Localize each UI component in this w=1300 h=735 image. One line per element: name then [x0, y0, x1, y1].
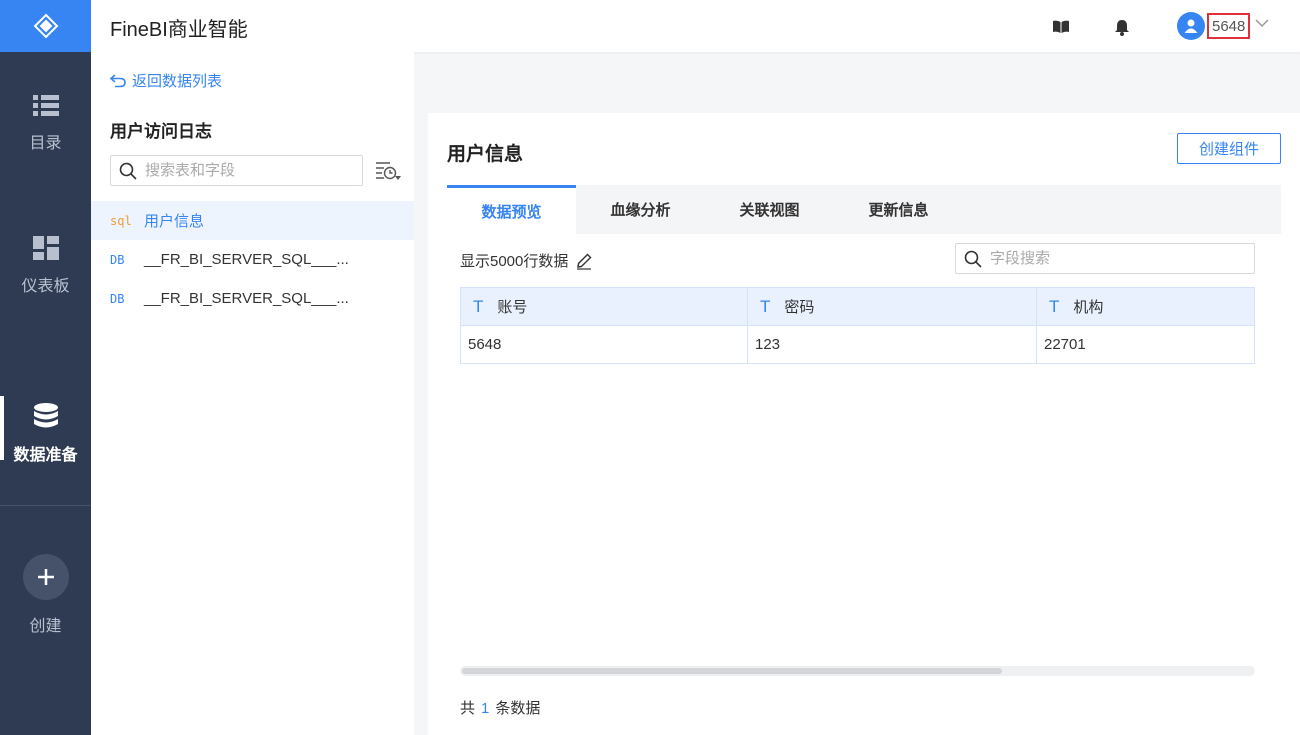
db-tag-icon: DB — [110, 291, 125, 306]
create-component-button[interactable]: 创建组件 — [1177, 133, 1281, 164]
table-search-box[interactable] — [110, 155, 363, 186]
back-arrow-icon — [110, 73, 126, 87]
edit-icon[interactable] — [575, 252, 593, 270]
bell-icon — [1115, 19, 1129, 36]
nav-label-catalog: 目录 — [29, 135, 62, 152]
logo-icon — [33, 13, 58, 39]
text-type-icon: T — [473, 296, 484, 316]
text-type-icon: T — [760, 296, 771, 316]
tab-lineage-analysis[interactable]: 血缘分析 — [576, 185, 705, 234]
column-header-account[interactable]: T 账号 — [460, 287, 748, 326]
nav-item-data-prep[interactable]: 数据准备 — [0, 394, 91, 474]
avatar[interactable] — [1177, 12, 1205, 40]
horizontal-scrollbar[interactable] — [460, 666, 1255, 676]
column-header-label: 账号 — [497, 299, 528, 316]
nav-label-data-prep: 数据准备 — [13, 447, 78, 464]
tab-bar: 数据预览 血缘分析 关联视图 更新信息 — [447, 185, 1281, 234]
row-count-number: 1 — [481, 700, 490, 717]
main-content: 用户信息 创建组件 数据预览 血缘分析 关联视图 更新信息 显示5000行数据 … — [428, 113, 1300, 735]
panel-title: 用户访问日志 — [110, 122, 212, 141]
left-nav: 目录 仪表板 数据准备 创建 — [0, 0, 91, 735]
search-icon — [119, 162, 137, 180]
help-book-button[interactable] — [1051, 17, 1071, 37]
nav-label-dashboard: 仪表板 — [21, 278, 70, 295]
column-header-label: 密码 — [784, 299, 815, 316]
table-list-panel: 返回数据列表 用户访问日志 sql 用户信息 DB __FR_BI_SERVER… — [91, 52, 414, 735]
field-search-input[interactable] — [990, 250, 1240, 267]
table-item-user-info[interactable]: sql 用户信息 — [91, 201, 414, 240]
dashboard-icon — [32, 236, 59, 260]
text-type-icon: T — [1049, 296, 1060, 316]
list-icon — [32, 95, 59, 116]
chevron-down-icon[interactable] — [1255, 18, 1269, 28]
create-circle[interactable] — [22, 554, 69, 600]
table-cell[interactable]: 123 — [747, 325, 1037, 364]
tab-update-info[interactable]: 更新信息 — [834, 185, 963, 234]
nav-item-catalog[interactable]: 目录 — [0, 84, 91, 164]
column-header-org[interactable]: T 机构 — [1036, 287, 1255, 326]
filter-history-button[interactable] — [374, 160, 402, 185]
tab-data-preview[interactable]: 数据预览 — [447, 185, 576, 234]
search-icon — [964, 250, 982, 268]
nav-divider — [0, 505, 91, 506]
book-icon — [1053, 20, 1069, 33]
table-item-label: 用户信息 — [144, 213, 205, 230]
table-row: 5648 123 22701 — [460, 325, 1255, 364]
table-item-label: __FR_BI_SERVER_SQL___... — [144, 251, 349, 268]
table-header-row: T 账号 T 密码 T 机构 — [460, 287, 1255, 326]
app-title: FineBI商业智能 — [110, 19, 248, 41]
db-tag-icon: DB — [110, 252, 125, 267]
table-item-label: __FR_BI_SERVER_SQL___... — [144, 290, 349, 307]
rows-info-label: 显示5000行数据 — [460, 253, 569, 270]
notification-button[interactable] — [1112, 17, 1132, 37]
table-item-server-sql-1[interactable]: DB __FR_BI_SERVER_SQL___... — [91, 240, 414, 279]
data-preview-table: T 账号 T 密码 T 机构 5648 123 22701 — [460, 287, 1255, 364]
scrollbar-thumb[interactable] — [462, 668, 1002, 674]
plus-icon — [37, 569, 54, 585]
nav-item-create[interactable]: 创建 — [0, 550, 91, 640]
field-search-box[interactable] — [955, 243, 1255, 274]
tab-relation-view[interactable]: 关联视图 — [705, 185, 834, 234]
filter-clock-icon — [376, 162, 401, 180]
rows-info: 显示5000行数据 — [460, 250, 593, 271]
row-count-prefix: 共 — [460, 700, 476, 717]
nav-item-dashboard[interactable]: 仪表板 — [0, 226, 91, 306]
table-item-server-sql-2[interactable]: DB __FR_BI_SERVER_SQL___... — [91, 279, 414, 318]
back-to-data-list-link[interactable]: 返回数据列表 — [110, 70, 222, 91]
table-cell[interactable]: 5648 — [460, 325, 748, 364]
nav-label-create: 创建 — [29, 618, 62, 635]
sql-tag-icon: sql — [110, 213, 132, 228]
top-header: FineBI商业智能 5648 — [91, 0, 1300, 52]
row-count: 共 1 条数据 — [460, 697, 540, 718]
page-title: 用户信息 — [447, 144, 524, 165]
username[interactable]: 5648 — [1207, 13, 1251, 39]
back-link-label: 返回数据列表 — [132, 73, 223, 90]
user-icon — [1184, 19, 1198, 33]
row-count-suffix: 条数据 — [495, 700, 541, 717]
app-logo[interactable] — [0, 0, 91, 52]
column-header-label: 机构 — [1073, 299, 1104, 316]
database-icon — [33, 403, 58, 428]
column-header-password[interactable]: T 密码 — [747, 287, 1037, 326]
table-search-input[interactable] — [145, 162, 345, 179]
table-cell[interactable]: 22701 — [1036, 325, 1255, 364]
